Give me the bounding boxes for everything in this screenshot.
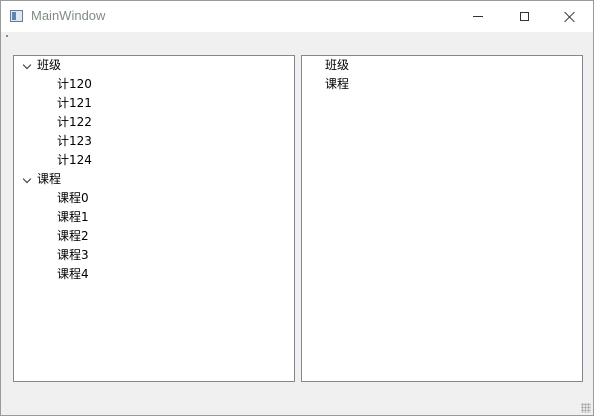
tree-item-label: 计121 [57, 96, 92, 110]
minimize-icon [473, 16, 483, 17]
resize-grip-icon[interactable] [581, 403, 591, 413]
tree-item[interactable]: 课程2 [57, 227, 89, 246]
tree-item[interactable]: 计121 [57, 94, 92, 113]
list-item[interactable]: 课程 [325, 75, 349, 94]
tree-item-label: 计120 [57, 77, 92, 91]
tree-item-label: 课程3 [57, 248, 89, 262]
tree-item[interactable]: 课程1 [57, 208, 89, 227]
chevron-down-icon[interactable] [22, 60, 32, 70]
tree-item-label: 课程2 [57, 229, 89, 243]
tree-item[interactable]: 课程3 [57, 246, 89, 265]
tree-item-label: 计124 [57, 153, 92, 167]
tree-item-label: 课程1 [57, 210, 89, 224]
main-window: MainWindow 班级 计120 计121 计122 计123 计124 课… [0, 0, 594, 416]
status-bar [1, 393, 593, 415]
chevron-down-icon[interactable] [22, 174, 32, 184]
list-item[interactable]: 班级 [325, 56, 349, 75]
tree-item-label: 计123 [57, 134, 92, 148]
tree-item[interactable]: 计124 [57, 151, 92, 170]
tree-item-label: 课程4 [57, 267, 89, 281]
maximize-button[interactable] [501, 1, 547, 32]
tree-item[interactable]: 计122 [57, 113, 92, 132]
window-title: MainWindow [31, 8, 106, 23]
tree-item-label: 课程0 [57, 191, 89, 205]
tree-item-label: 课程 [37, 172, 62, 186]
title-bar[interactable]: MainWindow [1, 1, 593, 32]
list-view[interactable]: 班级 课程 [301, 55, 583, 382]
tree-view[interactable]: 班级 计120 计121 计122 计123 计124 课程 课程0 课程1 课… [13, 55, 295, 382]
tree-item-label: 计122 [57, 115, 92, 129]
close-button[interactable] [547, 1, 593, 32]
menu-bar [1, 32, 593, 40]
minimize-button[interactable] [455, 1, 501, 32]
list-item-label: 班级 [325, 58, 350, 72]
tree-item-label: 班级 [37, 58, 62, 72]
tree-item[interactable]: 课程0 [57, 189, 89, 208]
window-app-icon[interactable] [10, 10, 23, 22]
list-item-label: 课程 [325, 77, 350, 91]
tree-item[interactable]: 计120 [57, 75, 92, 94]
tree-item[interactable]: 计123 [57, 132, 92, 151]
maximize-icon [519, 12, 529, 21]
close-icon [564, 11, 576, 23]
tree-item[interactable]: 课程4 [57, 265, 89, 284]
